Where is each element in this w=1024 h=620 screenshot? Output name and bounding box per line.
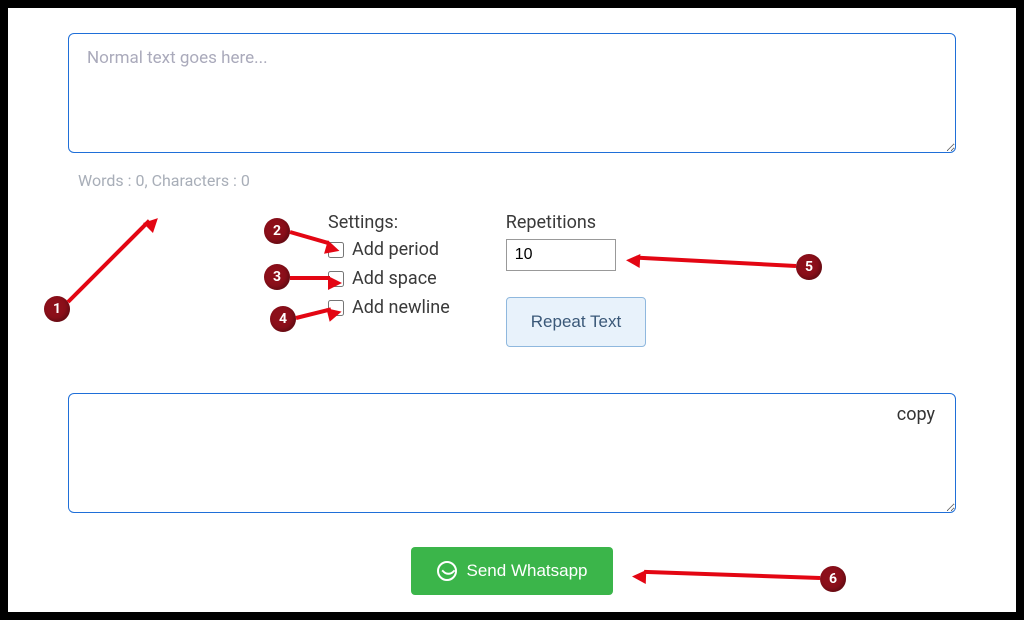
source-text-input[interactable] bbox=[68, 33, 956, 153]
word-char-count: Words : 0, Characters : 0 bbox=[78, 171, 956, 190]
words-count: Words : 0 bbox=[78, 171, 144, 190]
settings-title: Settings: bbox=[328, 212, 450, 233]
add-space-label: Add space bbox=[352, 268, 437, 289]
send-whatsapp-label: Send Whatsapp bbox=[467, 561, 588, 581]
option-add-period[interactable]: Add period bbox=[328, 239, 450, 260]
chars-count: Characters : 0 bbox=[152, 171, 250, 190]
repeat-text-button[interactable]: Repeat Text bbox=[506, 297, 646, 347]
repetitions-column: Repetitions Repeat Text bbox=[506, 212, 646, 347]
repetitions-label: Repetitions bbox=[506, 212, 646, 233]
send-whatsapp-button[interactable]: Send Whatsapp bbox=[411, 547, 614, 595]
add-period-label: Add period bbox=[352, 239, 439, 260]
output-textarea[interactable]: copy bbox=[68, 393, 956, 513]
repetitions-input[interactable] bbox=[506, 239, 616, 271]
settings-row: Settings: Add period Add space Add newli… bbox=[328, 212, 956, 347]
whatsapp-icon bbox=[437, 561, 457, 581]
copy-button[interactable]: copy bbox=[897, 404, 935, 425]
content: Words : 0, Characters : 0 Settings: Add … bbox=[8, 8, 1016, 605]
option-add-space[interactable]: Add space bbox=[328, 268, 450, 289]
add-newline-label: Add newline bbox=[352, 297, 450, 318]
add-period-checkbox[interactable] bbox=[328, 242, 344, 258]
option-add-newline[interactable]: Add newline bbox=[328, 297, 450, 318]
send-row: Send Whatsapp bbox=[68, 547, 956, 595]
add-space-checkbox[interactable] bbox=[328, 271, 344, 287]
app-frame: Words : 0, Characters : 0 Settings: Add … bbox=[0, 0, 1024, 620]
add-newline-checkbox[interactable] bbox=[328, 300, 344, 316]
settings-column: Settings: Add period Add space Add newli… bbox=[328, 212, 450, 326]
